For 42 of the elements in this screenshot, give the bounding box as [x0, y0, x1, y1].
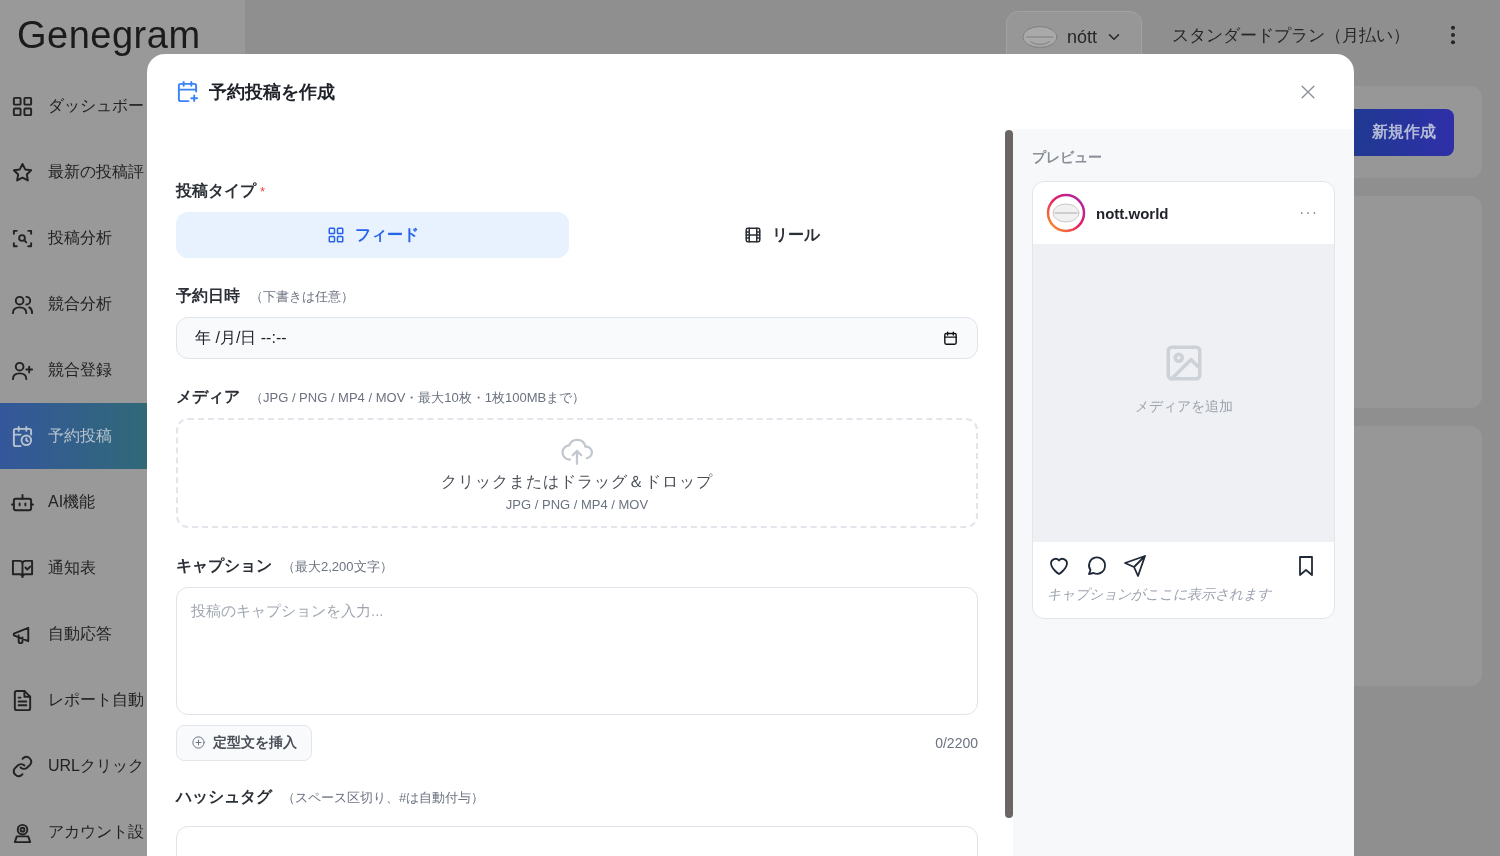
modal-title: 予約投稿を作成 — [209, 80, 336, 104]
preview-label: プレビュー — [1032, 149, 1103, 167]
link-icon — [11, 754, 34, 778]
character-counter: 0/2200 — [935, 735, 978, 751]
media-placeholder-text: メディアを追加 — [1134, 398, 1233, 416]
comment-icon[interactable] — [1085, 554, 1109, 578]
scrollbar-thumb[interactable] — [1005, 130, 1013, 818]
field-label: 予約日時 — [176, 286, 240, 306]
field-label: ハッシュタグ — [176, 787, 272, 807]
plus-circle-icon — [191, 735, 206, 751]
more-icon[interactable]: ··· — [1299, 204, 1318, 222]
plan-label: スタンダードプラン（月払い） — [1172, 24, 1410, 47]
more-icon[interactable] — [1450, 24, 1456, 46]
post-type-tab[interactable]: フィード — [176, 212, 569, 258]
date-time-field[interactable]: 年 /月/日 --:-- — [176, 317, 978, 360]
field-hint: （下書きは任意） — [250, 288, 354, 306]
post-type-tab[interactable]: リール — [585, 212, 978, 258]
document-icon — [11, 688, 34, 712]
field-hint: （JPG / PNG / MP4 / MOV・最大10枚・1枚100MBまで） — [250, 389, 586, 408]
calendar-icon[interactable] — [942, 329, 959, 347]
avatar — [1046, 193, 1086, 233]
avatar — [1020, 24, 1059, 50]
film-icon — [743, 226, 762, 244]
field-label: キャプション — [176, 556, 272, 577]
required-mark: * — [260, 184, 266, 199]
app-logo: Genegram — [16, 13, 201, 58]
caption-preview-text: キャプションがここに表示されます — [1046, 585, 1273, 604]
calendar-clock-icon — [11, 424, 34, 448]
media-dropzone[interactable]: クリックまたはドラッグ＆ドロップ JPG / PNG / MP4 / MOV — [176, 418, 978, 529]
field-hint: （最大2,200文字） — [282, 558, 393, 577]
send-icon[interactable] — [1123, 554, 1147, 578]
grid-icon — [11, 94, 34, 118]
insert-template-button[interactable]: 定型文を挿入 — [176, 725, 312, 761]
username: nott.world — [1096, 204, 1170, 222]
grid-icon — [326, 226, 345, 244]
field-hint: （スペース区切り、#は自動付与） — [282, 789, 485, 807]
caption-field[interactable]: 投稿のキャプションを入力... — [176, 587, 978, 715]
dropzone-formats: JPG / PNG / MP4 / MOV — [505, 497, 649, 513]
calendar-plus-icon — [176, 80, 199, 103]
star-icon — [11, 160, 34, 184]
field-label: 投稿タイプ — [176, 181, 256, 201]
dropzone-text: クリックまたはドラッグ＆ドロップ — [441, 472, 713, 493]
